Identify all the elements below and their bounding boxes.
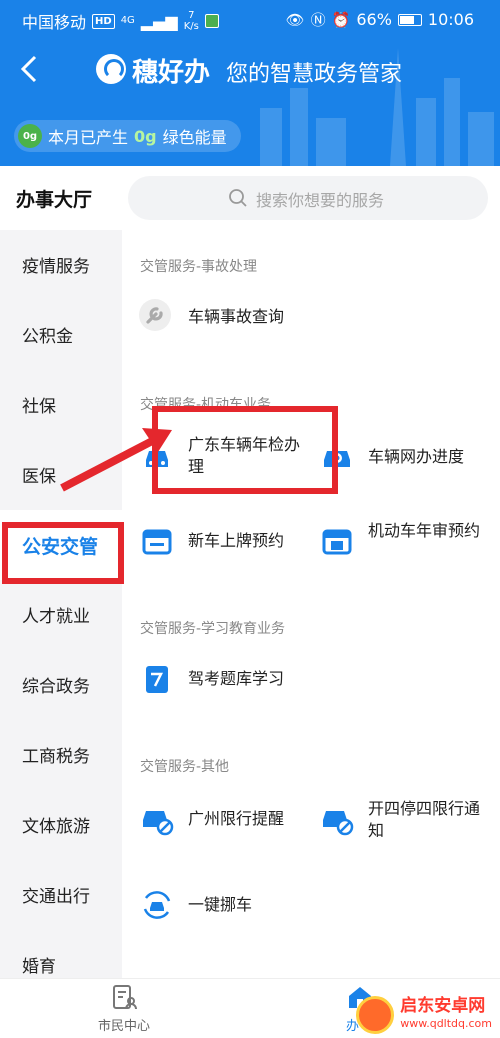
calendar-review-icon — [322, 529, 352, 555]
section-title-accident: 交管服务-事故处理 — [140, 259, 258, 275]
sidebar-item-transport[interactable]: 交通出行 — [0, 860, 122, 930]
brand-name: 穗好办 — [132, 58, 211, 88]
search-bar[interactable]: 搜索你想要的服务 — [128, 176, 488, 220]
annotation-highlight-box — [152, 406, 338, 494]
sidebar-item-label: 医保 — [22, 467, 56, 487]
service-vehicle-progress[interactable]: 车辆网办进度 — [368, 446, 464, 468]
carrier-label: 中国移动 — [22, 13, 87, 32]
service-move-car[interactable]: 一键挪车 — [188, 894, 252, 916]
citizen-center-icon — [113, 985, 137, 1010]
chevron-left-icon — [20, 55, 37, 83]
sidebar-item-label: 交通出行 — [22, 887, 90, 907]
app-logo — [96, 54, 126, 84]
status-left: 中国移动 HD 4G ▂▄▆ 7 K/s — [22, 9, 219, 33]
sidebar-item-label: 婚育 — [22, 957, 56, 977]
energy-prefix: 本月已产生 — [48, 128, 129, 147]
wrench-icon — [139, 299, 171, 331]
energy-value: 0g — [134, 126, 157, 146]
car-restrict-icon — [323, 811, 354, 836]
section-title-education: 交管服务-学习教育业务 — [140, 621, 286, 637]
search-icon — [229, 189, 247, 207]
service-accident-query[interactable]: 车辆事故查询 — [188, 306, 284, 328]
car-restrict-icon — [143, 811, 174, 836]
service-gz-restriction[interactable]: 广州限行提醒 — [188, 808, 284, 830]
energy-leaf-icon: 0g — [18, 124, 42, 148]
service-annual-review[interactable]: 机动车年审预约 — [368, 520, 480, 542]
service-new-car-plate[interactable]: 新车上牌预约 — [188, 530, 284, 552]
document-icon — [146, 666, 168, 693]
network-speed-unit: K/s — [183, 21, 199, 32]
service-four-four-restriction[interactable]: 开四停四限行通知 — [368, 798, 480, 842]
network-speed-value: 7 — [188, 10, 195, 21]
section-title-other: 交管服务-其他 — [140, 759, 230, 775]
app-notification-icon — [204, 14, 219, 28]
annotation-highlight-sidebar — [2, 522, 124, 584]
back-button[interactable] — [18, 54, 48, 88]
search-placeholder: 搜索你想要的服务 — [256, 191, 385, 210]
sidebar-item-label: 社保 — [22, 397, 56, 417]
calendar-icon — [142, 529, 172, 555]
green-energy-pill[interactable]: 0g 本月已产生 0g 绿色能量 — [14, 120, 241, 152]
signal-icon: ▂▄▆ — [140, 11, 178, 31]
nav-label: 市民中心 — [97, 1019, 150, 1034]
sidebar-item-general-affairs[interactable]: 综合政务 — [0, 650, 122, 720]
brand-slogan: 您的智慧政务管家 — [226, 62, 403, 87]
sidebar-item-label: 文体旅游 — [22, 817, 90, 837]
watermark-logo-icon — [356, 996, 395, 1034]
battery-percent: 66% — [356, 10, 392, 29]
app-header: 穗好办 您的智慧政务管家 0g 本月已产生 0g 绿色能量 — [0, 38, 500, 166]
sidebar-item-epidemic[interactable]: 疫情服务 — [0, 230, 122, 300]
sidebar-item-label: 综合政务 — [22, 677, 90, 697]
page-title: 办事大厅 — [16, 189, 93, 211]
network-type: 4G — [120, 15, 135, 26]
sidebar-item-label: 疫情服务 — [22, 257, 90, 277]
sidebar-item-talent-employment[interactable]: 人才就业 — [0, 580, 122, 650]
car-move-icon — [143, 891, 171, 919]
battery-icon — [397, 13, 422, 26]
watermark-url: www.qdltdq.com — [400, 1017, 492, 1030]
watermark-title: 启东安卓网 — [400, 996, 486, 1016]
sidebar-item-label: 公积金 — [22, 327, 73, 347]
sidebar-item-business-tax[interactable]: 工商税务 — [0, 720, 122, 790]
sidebar-item-label: 工商税务 — [22, 747, 90, 767]
sidebar-item-housing-fund[interactable]: 公积金 — [0, 300, 122, 370]
status-right: 👁 Ⓝ ⏰ 66% 10:06 — [286, 9, 474, 30]
energy-suffix: 绿色能量 — [162, 128, 227, 147]
nav-citizen-center[interactable]: 市民中心 — [64, 983, 184, 1037]
site-watermark: 启东安卓网 www.qdltdq.com — [356, 996, 492, 1034]
status-bar: 中国移动 HD 4G ▂▄▆ 7 K/s 👁 Ⓝ ⏰ 66% 10:06 — [0, 0, 500, 38]
nfc-icon: Ⓝ — [310, 11, 326, 29]
sidebar-item-culture-tourism[interactable]: 文体旅游 — [0, 790, 122, 860]
network-speed: 7 K/s — [184, 10, 199, 32]
sidebar-item-social-security[interactable]: 社保 — [0, 370, 122, 440]
service-driving-exam[interactable]: 驾考题库学习 — [188, 668, 284, 690]
hd-badge: HD — [92, 13, 115, 29]
clock: 10:06 — [427, 10, 474, 29]
eye-comfort-icon: 👁 — [285, 10, 305, 29]
category-sidebar: 疫情服务 公积金 社保 医保 公安交管 人才就业 综合政务 工商税务 文体旅游 … — [0, 230, 122, 978]
sidebar-item-label: 人才就业 — [22, 607, 90, 627]
alarm-icon: ⏰ — [331, 10, 351, 29]
watermark-text: 启东安卓网 www.qdltdq.com — [400, 997, 492, 1033]
sidebar-item-medical-insurance[interactable]: 医保 — [0, 440, 122, 510]
